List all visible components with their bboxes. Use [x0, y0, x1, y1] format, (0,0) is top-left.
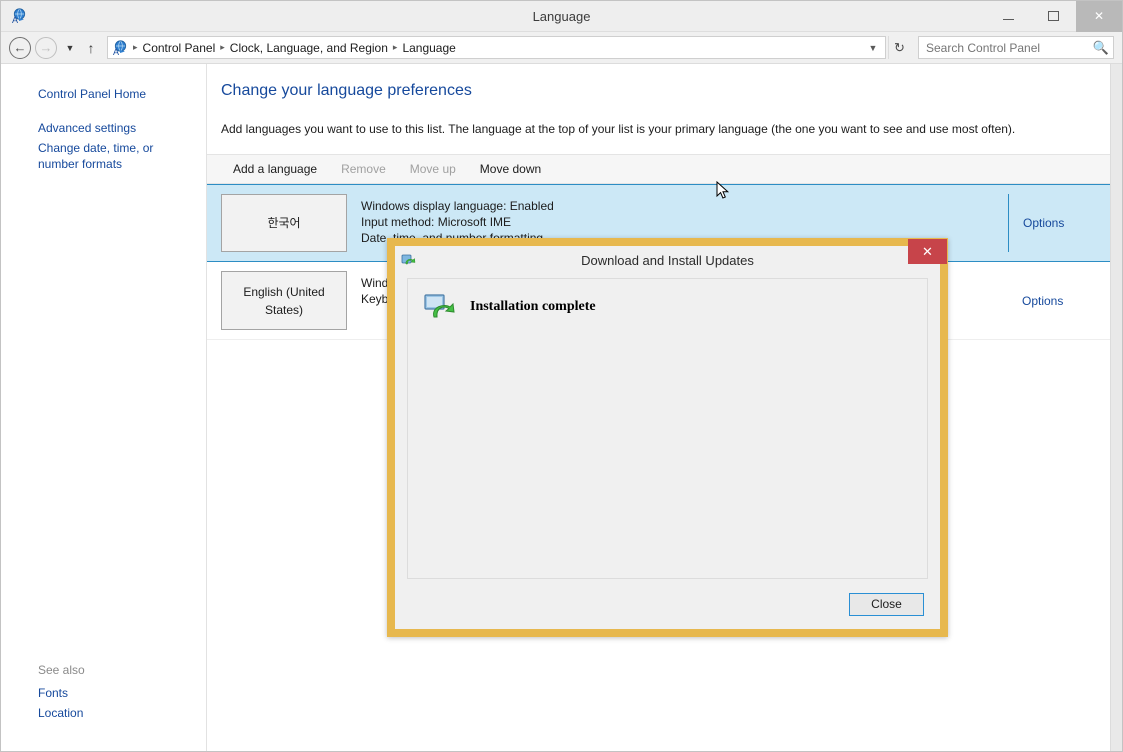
- address-bar[interactable]: A ▸ Control Panel ▸ Clock, Language, and…: [107, 36, 886, 59]
- window-controls: ✕: [986, 0, 1122, 32]
- maximize-button[interactable]: [1031, 1, 1076, 32]
- install-monitor-refresh-icon: [424, 293, 456, 321]
- dialog-body: Installation complete: [407, 278, 928, 579]
- sidebar: Control Panel Home Advanced settings Cha…: [1, 64, 207, 751]
- options-link[interactable]: Options: [1023, 216, 1064, 230]
- back-icon[interactable]: ←: [9, 36, 31, 59]
- language-name: English (United States): [221, 271, 347, 330]
- breadcrumb-control-panel[interactable]: Control Panel: [140, 41, 219, 55]
- dialog-frame: Download and Install Updates ✕ Installat…: [395, 239, 947, 629]
- window-titlebar: A Language ✕: [1, 0, 1122, 32]
- add-a-language-button[interactable]: Add a language: [221, 155, 329, 183]
- dialog-title: Download and Install Updates: [581, 253, 754, 268]
- recent-locations-icon[interactable]: ▼: [61, 37, 79, 59]
- dialog-close-icon[interactable]: ✕: [908, 239, 947, 264]
- breadcrumb-separator: ▸: [133, 42, 138, 52]
- svg-text:A: A: [113, 47, 119, 56]
- dialog-status: Installation complete: [424, 293, 927, 321]
- options-link[interactable]: Options: [1022, 294, 1063, 308]
- chevron-down-icon[interactable]: ▼: [863, 37, 883, 58]
- dialog-footer: Close: [395, 579, 940, 629]
- dialog-status-text: Installation complete: [470, 299, 596, 314]
- sidebar-item-fonts[interactable]: Fonts: [1, 685, 206, 701]
- sidebar-item-control-panel-home[interactable]: Control Panel Home: [1, 86, 206, 102]
- search-input[interactable]: [926, 40, 1091, 55]
- search-box[interactable]: 🔍: [918, 36, 1114, 59]
- close-button[interactable]: Close: [849, 592, 924, 616]
- page-description: Add languages you want to use to this li…: [221, 122, 1016, 136]
- see-also-heading: See also: [38, 663, 85, 677]
- move-up-button[interactable]: Move up: [398, 155, 468, 183]
- dialog-titlebar: Download and Install Updates ✕: [395, 239, 947, 275]
- scrollbar[interactable]: [1110, 64, 1122, 751]
- language-options-cell: Options: [1008, 194, 1110, 252]
- sidebar-see-also: See also Fonts Location: [1, 662, 206, 751]
- minimize-button[interactable]: [986, 1, 1031, 32]
- forward-icon[interactable]: →: [35, 36, 57, 59]
- navigation-bar: ← → ▼ ↑ A ▸ Control Panel ▸ Clock, Langu…: [1, 32, 1122, 64]
- svg-text:A: A: [12, 15, 18, 24]
- breadcrumb-language[interactable]: Language: [399, 41, 458, 55]
- language-name: 한국어: [221, 194, 347, 252]
- language-toolbar: Add a language Remove Move up Move down: [207, 154, 1110, 184]
- language-globe-icon: A: [11, 8, 27, 24]
- page-title: Change your language preferences: [221, 82, 472, 99]
- close-icon[interactable]: ✕: [1076, 0, 1122, 32]
- refresh-icon[interactable]: ↻: [888, 36, 910, 59]
- up-icon[interactable]: ↑: [81, 37, 101, 59]
- language-options-cell: Options: [1008, 271, 1110, 330]
- language-control-panel-window: A Language ✕ ← → ▼ ↑ A ▸ Control Panel ▸…: [0, 0, 1123, 752]
- breadcrumb-separator: ▸: [392, 42, 398, 52]
- move-down-button[interactable]: Move down: [468, 155, 553, 183]
- sidebar-item-location[interactable]: Location: [1, 705, 206, 721]
- sidebar-item-advanced-settings[interactable]: Advanced settings: [1, 120, 206, 136]
- download-install-updates-dialog: Download and Install Updates ✕ Installat…: [387, 238, 948, 637]
- breadcrumb-clock-language-region[interactable]: Clock, Language, and Region: [227, 41, 391, 55]
- body-area: Control Panel Home Advanced settings Cha…: [1, 64, 1122, 751]
- remove-button[interactable]: Remove: [329, 155, 398, 183]
- search-icon[interactable]: 🔍: [1093, 40, 1109, 56]
- address-globe-icon: A: [112, 39, 128, 57]
- window-title: Language: [532, 8, 591, 24]
- sidebar-item-change-date-time-formats[interactable]: Change date, time, or number formats: [1, 140, 206, 172]
- breadcrumb-separator: ▸: [220, 42, 225, 52]
